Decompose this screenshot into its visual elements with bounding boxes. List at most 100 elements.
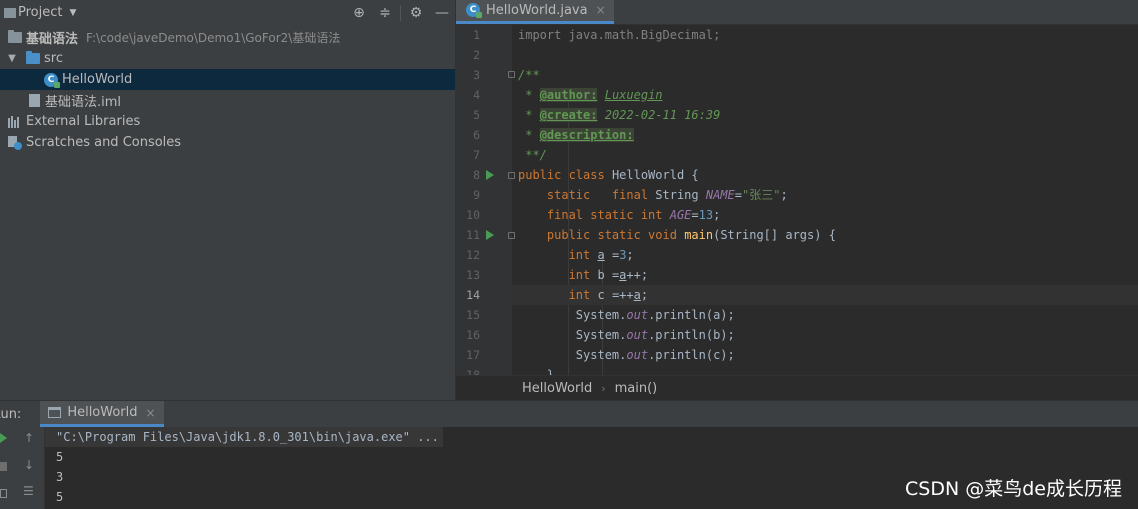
run-tab-helloworld[interactable]: HelloWorld × — [40, 401, 164, 427]
run-panel: Run: HelloWorld × ↑ ↓ ☰ "C:\Program File… — [0, 400, 1138, 509]
project-panel-header: Project ▼ ⊕ ≑ ⚙ — — [0, 0, 455, 25]
close-icon[interactable]: × — [596, 3, 606, 17]
run-toolbar — [0, 427, 13, 509]
minimize-icon[interactable]: — — [429, 0, 455, 25]
code-line-11: public static void main(String[] args) { — [546, 228, 836, 242]
string-literal: "张三" — [742, 188, 781, 202]
tree-item-src[interactable]: ▼ src — [0, 48, 455, 69]
code-line-13: int b =a++; — [568, 268, 649, 282]
chevron-down-icon[interactable]: ▼ — [69, 8, 76, 18]
project-panel: Project ▼ ⊕ ≑ ⚙ — 基础语法 F:\code\javeDemo\… — [0, 0, 455, 400]
line-gutter: 1 2 3 4 5 6 7 8 9 10 11 12 13 14 15 16 1… — [456, 25, 515, 382]
rerun-icon[interactable] — [0, 433, 7, 443]
code-line-3: /** — [512, 65, 1138, 85]
tab-label: HelloWorld.java — [486, 2, 588, 18]
code-line-14: int c =++a; — [512, 285, 1138, 305]
iml-file-icon — [29, 94, 40, 107]
import-statement: import java.math.BigDecimal; — [518, 28, 721, 42]
code-line-16: System.out.println(b); — [518, 328, 735, 342]
tree-item-label: HelloWorld — [62, 72, 133, 87]
stop-icon[interactable] — [0, 462, 7, 471]
line-number: 15 — [466, 308, 480, 322]
tree-item-label: 基础语法.iml — [45, 95, 122, 110]
static-field-out: out — [626, 308, 649, 322]
gear-icon[interactable]: ⚙ — [403, 0, 429, 25]
tree-item-label: External Libraries — [26, 114, 141, 129]
editor-area: C HelloWorld.java × 1 2 3 4 5 6 7 8 9 10… — [455, 0, 1138, 400]
run-nav-toolbar: ↑ ↓ ☰ — [13, 427, 45, 509]
expand-arrow-icon[interactable]: ▼ — [6, 53, 18, 64]
editor-tab-bar: C HelloWorld.java × — [456, 0, 1138, 25]
restore-layout-icon[interactable] — [0, 489, 7, 498]
breadcrumb-method[interactable]: main() — [615, 381, 658, 396]
line-number: 2 — [473, 48, 480, 62]
code-line-1: import java.math.BigDecimal; — [512, 25, 1138, 45]
const-name: NAME — [705, 188, 735, 202]
console-output-line: 5 — [56, 450, 64, 464]
tree-item-label: Scratches and Consoles — [26, 135, 182, 150]
arrow-up-icon[interactable]: ↑ — [24, 431, 34, 445]
tree-item-scratches[interactable]: Scratches and Consoles — [0, 132, 455, 153]
line-number: 9 — [473, 188, 480, 202]
project-tree: 基础语法 F:\code\javeDemo\Demo1\GoFor2\基础语法 … — [0, 27, 455, 153]
static-field-out: out — [626, 348, 649, 362]
tree-item-module[interactable]: 基础语法 F:\code\javeDemo\Demo1\GoFor2\基础语法 — [0, 27, 455, 48]
libraries-icon — [8, 115, 22, 128]
code-line-10: final static int AGE=13; — [546, 208, 721, 222]
doc-author-value: Luxuegin — [604, 88, 663, 102]
const-age: AGE — [669, 208, 692, 222]
chevron-right-icon: › — [601, 381, 606, 395]
line-number: 13 — [466, 268, 480, 282]
line-number: 3 — [473, 68, 480, 82]
code-line-15: System.out.println(a); — [518, 308, 735, 322]
class-keywords: public class — [518, 168, 605, 182]
println-call: .println(a); — [648, 308, 735, 322]
doc-comment-close-text: **/ — [525, 148, 547, 162]
static-field-out: out — [626, 328, 649, 342]
run-class-icon[interactable] — [486, 170, 494, 180]
soft-wrap-icon[interactable]: ☰ — [23, 484, 34, 498]
doc-tag-description: @description: — [539, 128, 634, 142]
line-number: 10 — [466, 208, 480, 222]
project-view-icon[interactable] — [4, 7, 16, 18]
tree-item-label: 基础语法 — [26, 32, 79, 47]
scratches-icon — [8, 135, 22, 150]
run-main-icon[interactable] — [486, 230, 494, 240]
tree-item-helloworld[interactable]: C HelloWorld — [0, 69, 455, 90]
line-number: 6 — [473, 128, 480, 142]
project-panel-title[interactable]: Project — [18, 5, 62, 20]
arrow-down-icon[interactable]: ↓ — [24, 458, 34, 472]
doc-comment-open: /** — [518, 68, 540, 82]
code-line-9: static final String NAME="张三"; — [546, 188, 788, 202]
console-command-line: "C:\Program Files\Java\jdk1.8.0_301\bin\… — [45, 427, 443, 447]
locate-icon[interactable]: ⊕ — [346, 0, 372, 25]
tree-item-label: src — [44, 51, 63, 66]
code-line-7: **/ — [512, 145, 1138, 165]
doc-tag-create: @create: — [539, 108, 598, 122]
tab-helloworld-java[interactable]: C HelloWorld.java × — [456, 0, 614, 24]
line-number: 4 — [473, 88, 480, 102]
java-class-icon: C — [44, 72, 60, 88]
code-line-4: * @author: Luxuegin — [518, 88, 663, 102]
tree-item-external-libraries[interactable]: External Libraries — [0, 111, 455, 132]
line-number: 1 — [473, 28, 480, 42]
run-label: Run: — [0, 406, 22, 422]
collapse-all-icon[interactable]: ≑ — [372, 0, 398, 25]
toolbar-divider — [400, 4, 401, 21]
close-icon[interactable]: × — [146, 406, 156, 420]
println-call: .println(c); — [648, 348, 735, 362]
doc-create-value: 2022-02-11 16:39 — [604, 108, 721, 122]
source-folder-icon — [26, 51, 40, 64]
breadcrumb-class[interactable]: HelloWorld — [522, 381, 592, 396]
line-number: 5 — [473, 108, 480, 122]
doc-tag-author: @author: — [539, 88, 598, 102]
code-editor[interactable]: import java.math.BigDecimal; /** * @auth… — [512, 25, 1138, 375]
method-signature: (String[] args) { — [713, 228, 836, 242]
number-literal: 13 — [698, 208, 714, 222]
tree-item-iml[interactable]: 基础语法.iml — [0, 90, 455, 111]
line-number: 8 — [473, 168, 480, 182]
code-line-17: System.out.println(c); — [518, 348, 735, 362]
method-main: main — [684, 228, 714, 242]
line-number: 16 — [466, 328, 480, 342]
